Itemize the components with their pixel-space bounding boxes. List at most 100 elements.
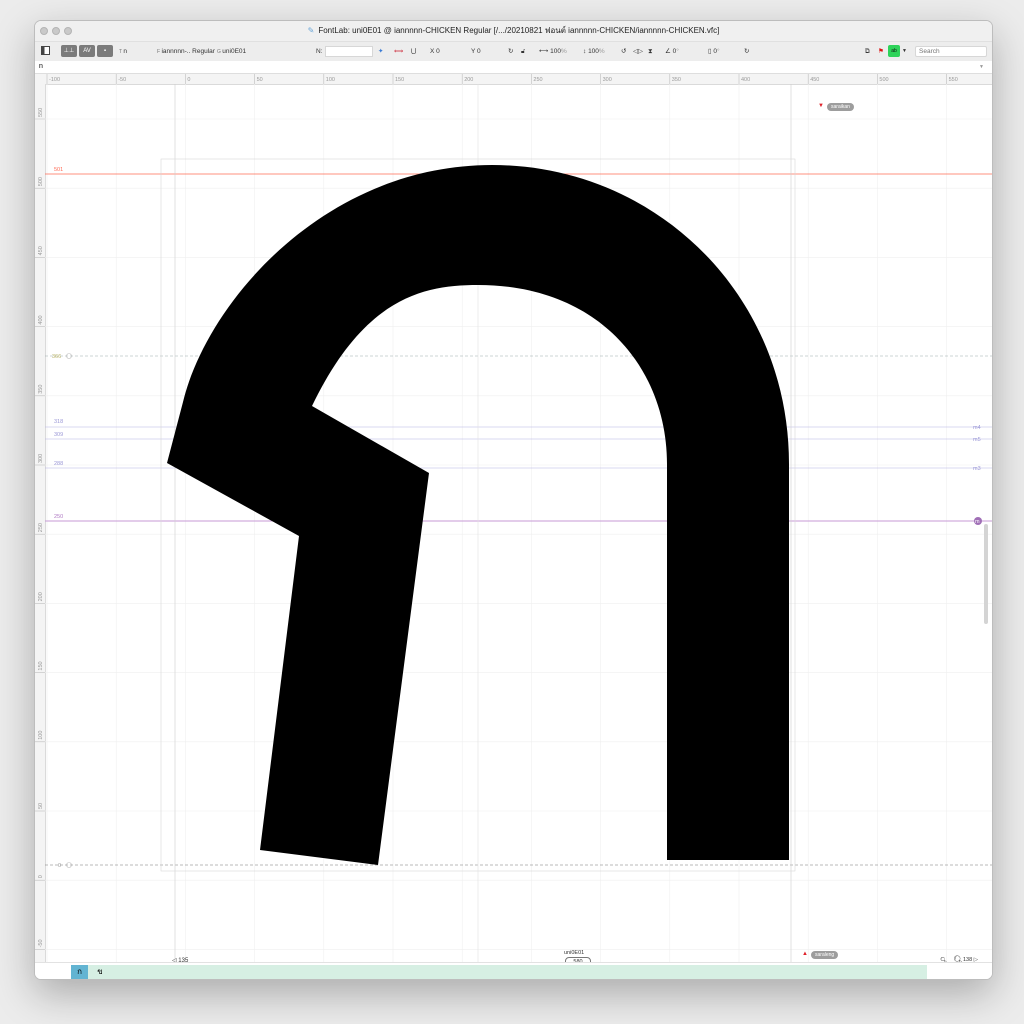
glyph-selector[interactable]: G uni0E01 [217,46,246,57]
v-ruler-label: 400 [38,315,44,324]
x-value: 0 [436,48,440,55]
bottom-anchor-label: saraleng [811,951,839,959]
text-tool-label: n [123,48,127,55]
x-coordinate[interactable]: X 0 [430,46,440,57]
glyph-cell[interactable]: ข [93,965,107,979]
glyph-cell-active[interactable]: ก [71,965,88,979]
h-ruler-label: 300 [603,77,612,83]
h-ruler-label: 150 [395,77,404,83]
v-ruler-label: 500 [38,177,44,186]
h-ruler-label: 200 [464,77,473,83]
height-scale-value: 100 [588,48,599,55]
x-height-label: 366 [52,354,61,360]
minimize-window-button[interactable] [52,27,60,35]
node-name-field[interactable] [325,46,373,57]
magnet-icon[interactable]: ⋃ [411,46,416,57]
v-ruler-label: 250 [38,523,44,532]
height-scale[interactable]: ↕ 100% [583,46,605,57]
guide-m4-label: 318 [54,419,63,425]
lock-icon[interactable]: 🔓︎ [521,46,525,57]
search-input[interactable] [915,46,987,57]
toolbar: ⊥⊥ AV ▪ T n F iannnnn-.. Regular G uni0E… [35,41,992,62]
v-ruler-label: 350 [38,385,44,394]
guide-m5-name: m5 [973,437,981,443]
h-ruler-label: 400 [741,77,750,83]
apply-transform-icon[interactable]: ↻ [744,46,749,57]
glyph-strip[interactable]: ก ข [71,965,927,979]
kerning-icon[interactable]: ⊥⊥ [61,45,77,57]
h-ruler-label: 450 [810,77,819,83]
text-bar[interactable]: n ▼ [35,61,992,74]
guide-m4-name: m4 [973,425,981,431]
guide-mid-label: 250 [54,514,63,520]
h-ruler-label: 0 [187,77,190,83]
v-ruler-label: 550 [38,108,44,117]
node-label: N: [316,48,323,55]
sidebar-toggle-icon[interactable] [41,46,50,55]
v-ruler-label: 0 [38,875,44,878]
width-scale[interactable]: ⟷ 100% [539,46,567,57]
rotation-unit: ° [717,48,720,55]
link-icon[interactable]: ⟺ [394,46,403,57]
h-ruler-label: 350 [672,77,681,83]
vertical-scrollbar[interactable] [984,524,988,624]
guide-mid-name: m [975,519,980,525]
font-name: iannnnn-.. Regular [161,48,215,55]
color-flag-icon[interactable]: ✦ [378,46,383,57]
guide-m3-label: 288 [54,461,63,467]
glyph-view-icon[interactable]: ▪ [97,45,113,57]
rotate-icon[interactable]: ↻ [508,46,513,57]
top-anchor-label: saraikan [827,103,854,111]
cap-height-label: 501 [54,167,63,173]
h-ruler-label: 500 [879,77,888,83]
v-ruler-label: 150 [38,661,44,670]
h-ruler-label: -50 [118,77,126,83]
h-ruler-label: 550 [949,77,958,83]
close-window-button[interactable] [40,27,48,35]
rotation-field[interactable]: ▯ 0° [708,46,720,57]
y-coordinate[interactable]: Y 0 [471,46,481,57]
y-label: Y [471,48,476,55]
chevron-down-icon[interactable]: ▼ [902,46,907,57]
slant-field[interactable]: ∠ 0° [665,46,679,57]
glyph-name: uni0E01 [222,48,247,55]
glyph-mark-badge[interactable]: ab [888,45,900,57]
document-icon: ✎ [307,26,315,35]
flip-horizontal-icon[interactable]: ◁▷ [633,46,643,57]
anchor-triangle-icon: ▲ [802,951,808,957]
v-ruler-label: 450 [38,246,44,255]
zoom-window-button[interactable] [64,27,72,35]
v-ruler-label: -50 [38,939,44,947]
h-ruler-label: 50 [257,77,263,83]
fontlab-window: ✎ FontLab: uni0E01 @ iannnnn-CHICKEN Regu… [34,20,993,980]
guide-m3-name: m3 [973,466,981,472]
guide-m5-label: 309 [54,432,63,438]
v-ruler-label: 50 [38,803,44,809]
text-bar-dropdown-icon[interactable]: ▼ [979,61,984,73]
h-ruler-label: 250 [533,77,542,83]
text-bar-value: n [39,63,43,70]
x-label: X [430,48,435,55]
anchor-triangle-icon: ▼ [818,103,824,109]
h-ruler-label: -100 [49,77,60,83]
glyph-name-label: uni0E01 [564,950,585,956]
baseline-label: 0 [58,863,61,869]
title-bar: ✎ FontLab: uni0E01 @ iannnnn-CHICKEN Regu… [35,21,992,41]
glyph-strip-bar: ก ข [35,962,992,979]
rotate-ccw-icon[interactable]: ↺ [621,46,626,57]
y-value: 0 [477,48,481,55]
window-title: FontLab: uni0E01 @ iannnnn-CHICKEN Regul… [318,26,720,35]
flip-vertical-icon[interactable]: ⧗ [648,46,653,57]
font-selector[interactable]: F iannnnn-.. Regular [157,46,215,57]
h-ruler-label: 100 [326,77,335,83]
flag-icon[interactable]: ⚑ [878,46,884,57]
text-tool[interactable]: T n [119,46,127,57]
width-scale-unit: % [560,48,567,55]
glyph-canvas[interactable]: 501 366 318 m4 309 m5 288 m3 250 m 0 ▼ s… [45,84,992,979]
metrics-icon[interactable]: AV [79,45,95,57]
sidebar-panel-icon[interactable]: ⧉ [865,46,870,57]
height-scale-unit: % [598,48,605,55]
v-ruler-label: 100 [38,731,44,740]
v-ruler-label: 200 [38,592,44,601]
width-scale-value: 100 [550,48,561,55]
